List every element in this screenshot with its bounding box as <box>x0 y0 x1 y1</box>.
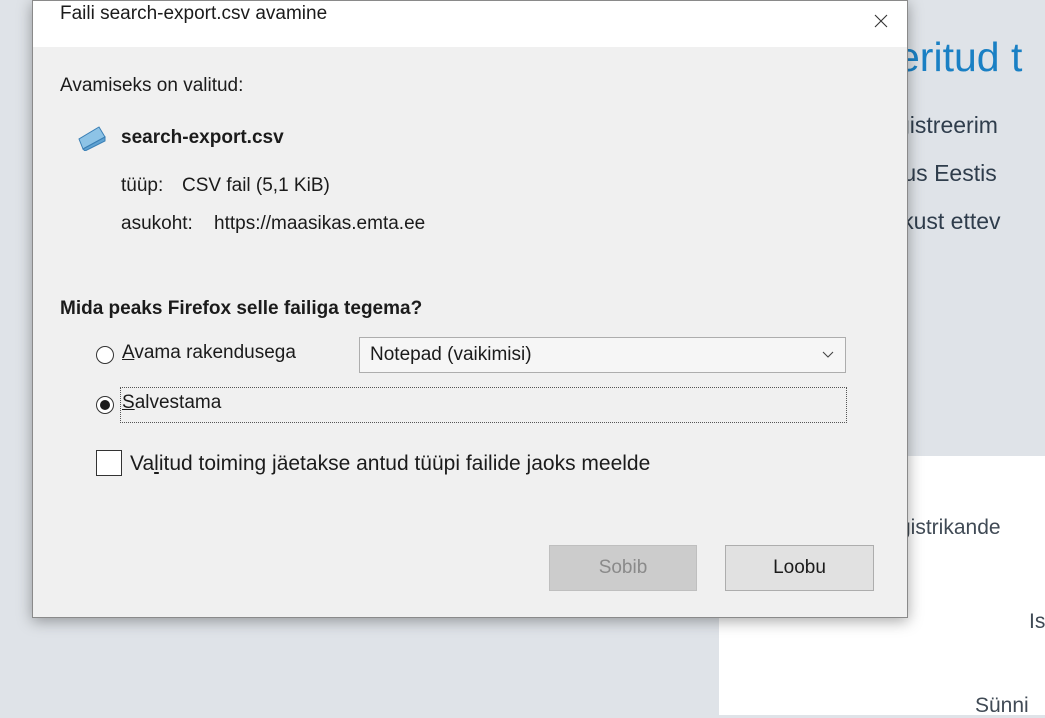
remember-checkbox[interactable] <box>96 450 122 476</box>
page-content-line: gistrikande <box>899 516 1001 539</box>
chevron-down-icon <box>822 351 834 358</box>
dialog-title: Faili search-export.csv avamine <box>60 3 328 24</box>
cancel-button[interactable]: Loobu <box>725 545 874 591</box>
save-label-rest: alvestama <box>134 392 222 413</box>
open-with-accel: A <box>122 342 135 363</box>
type-label: tüüp: <box>121 175 164 196</box>
remember-label-end: itud toiming jäetakse antud tüüpi failid… <box>158 452 651 475</box>
close-icon <box>874 14 888 28</box>
dialog-titlebar[interactable]: Faili search-export.csv avamine <box>33 1 907 47</box>
save-focus-ring <box>120 387 847 423</box>
page-hero-line: tus Eestis <box>897 160 997 186</box>
file-open-dialog: Faili search-export.csv avamine Avamisek… <box>32 0 908 618</box>
type-value: CSV fail (5,1 KiB) <box>182 175 330 196</box>
opening-label: Avamiseks on valitud: <box>60 75 244 96</box>
ok-button[interactable]: Sobib <box>549 545 697 591</box>
save-label[interactable]: Salvestama <box>122 392 221 414</box>
csv-file-icon <box>78 126 106 151</box>
page-hero-line: ikust ettev <box>897 208 1001 234</box>
page-content-line: Sünni <box>975 694 1029 717</box>
save-radio[interactable] <box>96 396 114 414</box>
location-value: https://maasikas.emta.ee <box>214 213 426 234</box>
remember-label-start: Va <box>130 452 155 475</box>
open-with-label-rest: vama rakendusega <box>134 342 296 363</box>
remember-label[interactable]: Valitud toiming jäetakse antud tüüpi fai… <box>130 452 650 476</box>
page-heading: eritud t <box>897 34 1023 80</box>
open-with-radio[interactable] <box>96 346 114 364</box>
close-button[interactable] <box>855 1 907 41</box>
application-select[interactable]: Notepad (vaikimisi) <box>359 337 846 373</box>
location-label: asukoht: <box>121 213 193 234</box>
application-select-value: Notepad (vaikimisi) <box>370 344 532 365</box>
open-with-label[interactable]: Avama rakendusega <box>122 342 296 364</box>
action-question: Mida peaks Firefox selle failiga tegema? <box>60 298 423 319</box>
page-content-line: Is <box>1029 610 1045 633</box>
save-accel: S <box>122 392 135 413</box>
file-name: search-export.csv <box>121 127 284 148</box>
page-hero-line: gistreerim <box>897 112 998 138</box>
